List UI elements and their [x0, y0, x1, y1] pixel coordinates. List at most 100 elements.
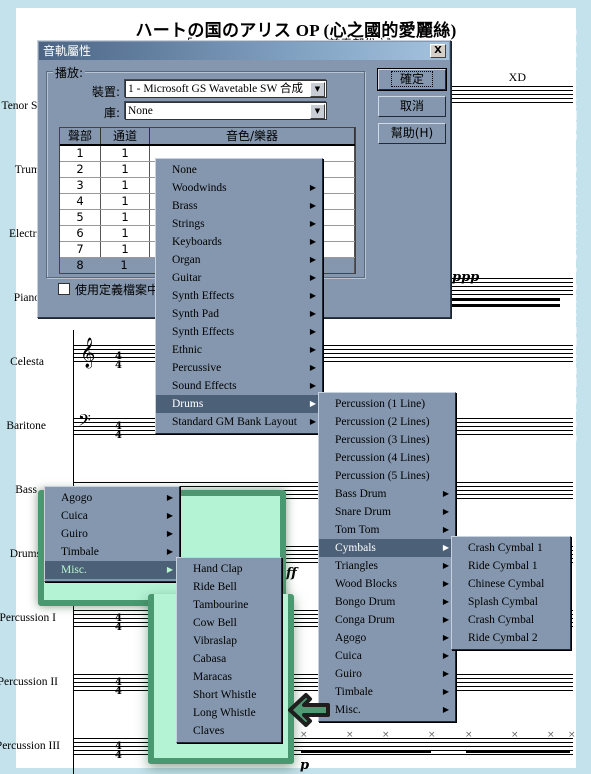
submenu-arrow-icon: ▶ — [309, 291, 316, 300]
column-header-channel[interactable]: 通道 — [101, 128, 150, 144]
menu-item[interactable]: Ride Cymbal 2 — [452, 629, 570, 647]
x-notehead: × — [428, 730, 436, 740]
column-header-instrument[interactable]: 音色/樂器 — [150, 128, 355, 144]
menu-item[interactable]: Hand Clap — [177, 560, 281, 578]
submenu-arrow-icon: ▶ — [442, 561, 449, 570]
menu-item-label: Timbale — [335, 686, 373, 698]
menu-item-label: Crash Cymbal — [468, 614, 535, 626]
menu-item[interactable]: Cuica ▶ — [319, 647, 455, 665]
menu-item[interactable]: Cuica ▶ — [45, 507, 179, 525]
menu-item[interactable]: Percussion (1 Line) — [319, 395, 455, 413]
column-header-voice[interactable]: 聲部 — [60, 128, 101, 144]
menu-item-label: Hand Clap — [193, 563, 243, 575]
menu-item[interactable]: Bass Drum ▶ — [319, 485, 455, 503]
menu-item[interactable]: Misc. ▶ — [45, 561, 179, 579]
dropdown-arrow-icon[interactable]: ▼ — [310, 82, 325, 97]
bank-label: 庫: — [103, 106, 120, 120]
menu-item[interactable]: Drums ▶ — [156, 395, 322, 413]
x-notehead: × — [382, 730, 390, 740]
menu-item[interactable]: Synth Effects ▶ — [156, 323, 322, 341]
drums-submenu: Percussion (1 Line) Percussion (2 Lines) P… — [318, 392, 456, 722]
menu-item[interactable]: Vibraslap — [177, 632, 281, 650]
menu-item[interactable]: Conga Drum ▶ — [319, 611, 455, 629]
channel-cell[interactable]: 1 — [101, 146, 150, 161]
menu-item[interactable]: Tambourine — [177, 596, 281, 614]
menu-item[interactable]: Agogo ▶ — [45, 489, 179, 507]
bank-select[interactable]: None ▼ — [125, 102, 327, 120]
menu-item[interactable]: Synth Effects ▶ — [156, 287, 322, 305]
menu-item[interactable]: Guitar ▶ — [156, 269, 322, 287]
menu-item-label: Tom Tom — [335, 524, 380, 536]
menu-item[interactable]: Claves — [177, 722, 281, 740]
voice-cell: 3 — [60, 178, 101, 193]
menu-item[interactable]: Brass ▶ — [156, 197, 322, 215]
channel-cell[interactable]: 1 — [101, 162, 150, 177]
menu-item[interactable]: Misc. ▶ — [319, 701, 455, 719]
menu-item[interactable]: Guiro ▶ — [319, 665, 455, 683]
menu-item[interactable]: Short Whistle — [177, 686, 281, 704]
menu-item-label: Snare Drum — [335, 506, 391, 518]
menu-item[interactable]: Keyboards ▶ — [156, 233, 322, 251]
voice-cell: 5 — [60, 210, 101, 225]
help-button[interactable]: 幫助(H) — [378, 123, 446, 144]
menu-item[interactable]: Percussion (5 Lines) — [319, 467, 455, 485]
channel-cell[interactable]: 1 — [101, 210, 150, 225]
submenu-arrow-icon: ▶ — [442, 525, 449, 534]
cancel-button[interactable]: 取消 — [378, 96, 446, 117]
use-definition-checkbox[interactable]: 使用定義檔案中 — [58, 281, 159, 298]
menu-item[interactable]: Agogo ▶ — [319, 629, 455, 647]
menu-item[interactable]: Long Whistle — [177, 704, 281, 722]
channel-cell[interactable]: 1 — [100, 258, 148, 273]
menu-item[interactable]: Ethnic ▶ — [156, 341, 322, 359]
menu-item[interactable]: Percussion (3 Lines) — [319, 431, 455, 449]
menu-item[interactable]: Guiro ▶ — [45, 525, 179, 543]
ok-button[interactable]: 確定 — [377, 68, 447, 91]
menu-item[interactable]: Ride Bell — [177, 578, 281, 596]
dialog-title-bar[interactable]: 音軌屬性 X — [39, 42, 449, 60]
time-signature: 44 — [115, 613, 122, 633]
device-select[interactable]: 1 - Microsoft GS Wavetable SW 合成 ▼ — [125, 80, 327, 98]
instrument-category-menu: None Woodwinds ▶ Brass ▶ Strings ▶ Keyboards ▶ Or… — [155, 158, 323, 434]
menu-item[interactable]: Crash Cymbal — [452, 611, 570, 629]
playback-group-label: 播放: — [53, 64, 86, 81]
menu-item[interactable]: Timbale ▶ — [45, 543, 179, 561]
menu-item[interactable]: Splash Cymbal — [452, 593, 570, 611]
dropdown-arrow-icon[interactable]: ▼ — [310, 104, 325, 119]
menu-item[interactable]: Tom Tom ▶ — [319, 521, 455, 539]
menu-item[interactable]: Cabasa — [177, 650, 281, 668]
menu-item[interactable]: Crash Cymbal 1 — [452, 539, 570, 557]
menu-item[interactable]: Maracas — [177, 668, 281, 686]
channel-cell[interactable]: 1 — [101, 242, 150, 257]
menu-item-label: Drums — [172, 398, 204, 410]
menu-item[interactable]: Organ ▶ — [156, 251, 322, 269]
bass-clef-icon: 𝄢 — [78, 410, 91, 434]
menu-item[interactable]: Woodwinds ▶ — [156, 179, 322, 197]
menu-item[interactable]: Timbale ▶ — [319, 683, 455, 701]
menu-item[interactable]: Sound Effects ▶ — [156, 377, 322, 395]
channel-cell[interactable]: 1 — [101, 194, 150, 209]
menu-item[interactable]: None — [156, 161, 322, 179]
menu-item-label: Triangles — [335, 560, 379, 572]
menu-item[interactable]: Standard GM Bank Layout ▶ — [156, 413, 322, 431]
channel-cell[interactable]: 1 — [101, 178, 150, 193]
checkbox-box[interactable] — [58, 283, 70, 295]
submenu-arrow-icon: ▶ — [442, 597, 449, 606]
menu-item[interactable]: Cow Bell — [177, 614, 281, 632]
menu-item[interactable]: Chinese Cymbal — [452, 575, 570, 593]
channel-cell[interactable]: 1 — [101, 226, 150, 241]
menu-item[interactable]: Percussive ▶ — [156, 359, 322, 377]
menu-item[interactable]: Snare Drum ▶ — [319, 503, 455, 521]
menu-item[interactable]: Bongo Drum ▶ — [319, 593, 455, 611]
close-button[interactable]: X — [430, 44, 446, 58]
menu-item-label: Bass Drum — [335, 488, 387, 500]
menu-item[interactable]: Triangles ▶ — [319, 557, 455, 575]
menu-item[interactable]: Cymbals ▶ — [319, 539, 455, 557]
menu-item[interactable]: Synth Pad ▶ — [156, 305, 322, 323]
menu-item[interactable]: Percussion (2 Lines) — [319, 413, 455, 431]
menu-item-label: Percussion (1 Line) — [335, 398, 426, 410]
menu-item[interactable]: Wood Blocks ▶ — [319, 575, 455, 593]
menu-item-label: Conga Drum — [335, 614, 395, 626]
menu-item[interactable]: Strings ▶ — [156, 215, 322, 233]
menu-item[interactable]: Ride Cymbal 1 — [452, 557, 570, 575]
menu-item[interactable]: Percussion (4 Lines) — [319, 449, 455, 467]
